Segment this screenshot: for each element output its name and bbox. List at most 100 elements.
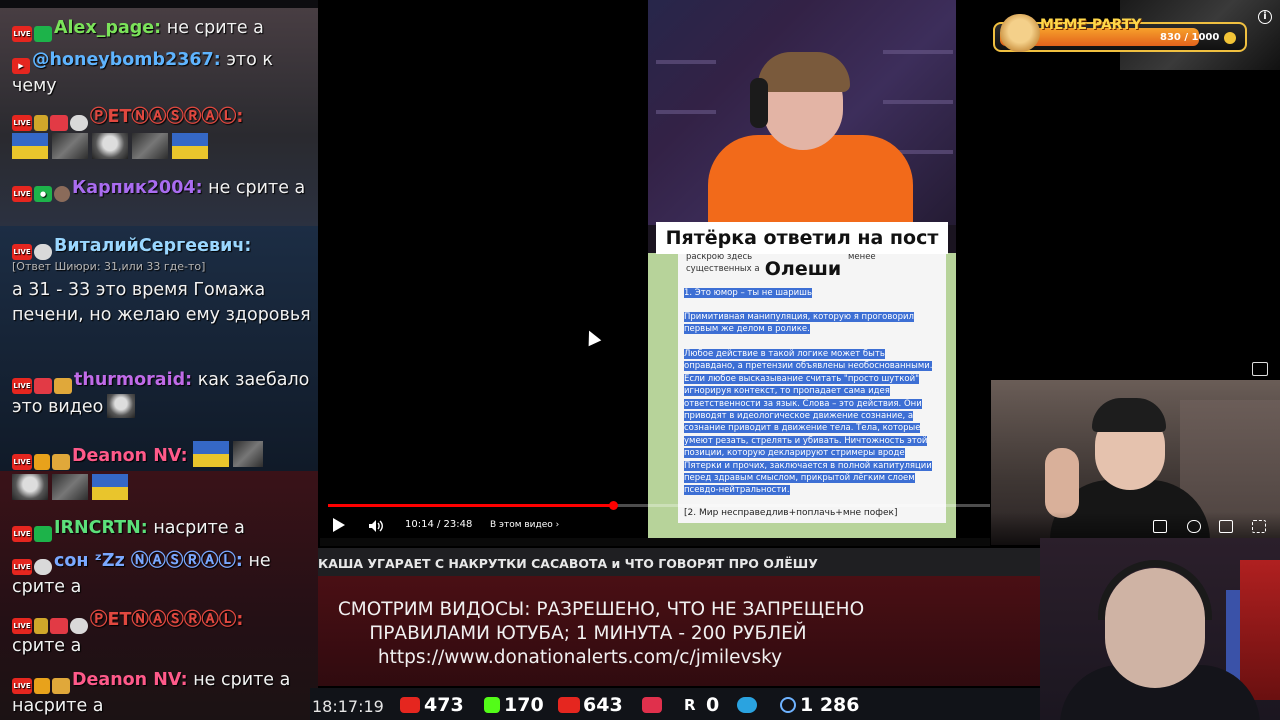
live-badge-icon: LIVE <box>12 454 32 470</box>
chapter-label: В этом видео <box>490 520 553 530</box>
chat-text: насрите а <box>153 518 245 538</box>
chat-top-strip <box>0 0 318 8</box>
chat-message: LIVE Deanon NV: <box>12 441 312 500</box>
doc-heading: 1. Это юмор – ты не шаришь <box>684 288 812 298</box>
streamer-figure <box>708 40 913 230</box>
badge-group: LIVE <box>12 115 88 131</box>
chat-username[interactable]: ВиталийСергеевич: <box>54 236 251 256</box>
chat-message: LIVE ⓅETⓃⒶⓈⓇⒶⓁ: <box>12 105 312 159</box>
bear-badge-icon <box>54 378 72 394</box>
doc-paragraph: Примитивная манипуляция, которую я прого… <box>684 312 914 335</box>
chat-panel: LIVE Alex_page: не срите а ▶ @honeybomb236… <box>0 0 318 720</box>
gun-emote-icon <box>52 474 88 500</box>
youtube-viewers: 473 <box>424 694 464 716</box>
youtube-icon <box>400 697 420 713</box>
badge-group: ▶ <box>12 58 30 74</box>
cup-badge-icon <box>34 618 48 634</box>
badge-group: LIVE <box>12 244 52 260</box>
mask-badge-icon <box>70 115 88 131</box>
streamer-room-scene <box>648 0 956 230</box>
shelf <box>656 60 716 64</box>
live-badge-icon: LIVE <box>12 186 32 202</box>
mask-badge-icon <box>34 244 52 260</box>
emote-row <box>12 474 312 500</box>
chat-message: LIVE ВиталийСергеевич: [Ответ Шиюри: 31,и… <box>12 234 312 328</box>
chat-username[interactable]: сон ᶻZz ⓃⒶⓈⓇⒶⓁ: <box>54 551 243 571</box>
shelf <box>656 110 716 114</box>
headphones-icon <box>750 78 768 128</box>
miniplayer-icon[interactable] <box>1252 362 1268 376</box>
chapter-button[interactable]: В этом видео › <box>490 520 559 530</box>
emote-row <box>12 133 312 159</box>
streamer-hair <box>758 52 850 92</box>
dice-badge-icon <box>50 115 68 131</box>
doge-icon <box>1000 14 1040 52</box>
chat-username[interactable]: Alex_page: <box>54 18 161 38</box>
chat-username[interactable]: @honeybomb2367: <box>32 50 221 70</box>
badge-group: LIVE <box>12 678 70 694</box>
rutube-icon <box>642 697 662 713</box>
info-icon[interactable]: i <box>1258 10 1272 24</box>
donation-rule-line: СМОТРИМ ВИДОСЫ: РАЗРЕШЕНО, ЧТО НЕ ЗАПРЕЩ… <box>337 599 865 620</box>
face-emote-icon <box>107 394 136 418</box>
donation-panel: СМОТРИМ ВИДОСЫ: РАЗРЕШЕНО, ЧТО НЕ ЗАПРЕЩ… <box>318 576 1040 686</box>
chat-username[interactable]: Deanon NV: <box>72 670 188 690</box>
meme-party-value: 830 / 1000 <box>1160 32 1220 43</box>
fullscreen-icon[interactable] <box>1252 520 1266 533</box>
kick-viewers: 170 <box>504 694 544 716</box>
live-badge-icon: LIVE <box>12 115 32 131</box>
kick-icon <box>484 697 500 713</box>
telegram-icon <box>737 697 757 713</box>
total-viewers: 1 286 <box>800 694 860 716</box>
live-badge-icon: LIVE <box>12 526 32 542</box>
green-badge-icon <box>34 526 52 542</box>
coin-icon <box>1224 32 1236 44</box>
chat-username[interactable]: ⓅETⓃⒶⓈⓇⒶⓁ: <box>90 610 243 630</box>
subtitles-icon[interactable] <box>1153 520 1167 533</box>
live-badge-icon: LIVE <box>12 559 32 575</box>
chat-text: не срите а <box>166 18 264 38</box>
chat-username[interactable]: IRNCRTN: <box>54 518 148 538</box>
video-caption-title: Пятёрка ответил на пост <box>656 222 948 254</box>
rainbow-badge-icon <box>34 26 52 42</box>
doc-paragraph: Любое действие в такой логике может быть… <box>684 349 933 496</box>
play-icon[interactable] <box>333 518 345 532</box>
chat-text: срите а <box>12 636 82 656</box>
vk-live-icon <box>558 697 580 713</box>
chat-message: ▶ @honeybomb2367: это к чему <box>12 48 312 99</box>
reply-quote: [Ответ Шиюри: 31,или 33 где-то] <box>12 260 206 273</box>
live-badge-icon: LIVE <box>12 678 32 694</box>
chat-username[interactable]: thurmoraid: <box>74 370 192 390</box>
badge-group: LIVE <box>12 618 88 634</box>
settings-gear-icon[interactable] <box>1187 520 1201 533</box>
donation-link[interactable]: https://www.donationalerts.com/c/jmilevs… <box>318 646 842 670</box>
chat-username[interactable]: ⓅETⓃⒶⓈⓇⒶⓁ: <box>90 107 243 127</box>
mask-badge-icon <box>70 618 88 634</box>
vk-viewers: 643 <box>583 694 623 716</box>
chat-username[interactable]: Deanon NV: <box>72 446 188 466</box>
clock-time: 18:17:19 <box>312 697 384 716</box>
r-viewers: 0 <box>706 694 720 716</box>
gun-emote-icon <box>52 133 88 159</box>
volume-icon[interactable] <box>368 518 384 532</box>
progress-handle[interactable] <box>609 501 618 510</box>
video-frame: раскрою здесь менее существенных а 1. Эт… <box>648 0 956 545</box>
chat-username[interactable]: Карпик2004: <box>72 178 203 198</box>
badge-group: LIVE <box>12 378 72 394</box>
live-badge-icon: LIVE <box>12 618 32 634</box>
dice-badge-icon <box>50 618 68 634</box>
theater-mode-icon[interactable] <box>1219 520 1233 533</box>
santa-badge-icon <box>34 559 52 575</box>
video-time: 10:14 / 23:48 <box>405 519 473 530</box>
badge-group: LIVE <box>12 559 52 575</box>
doc-small-text: существенных а <box>686 264 760 274</box>
badge-group: LIVE ● <box>12 186 70 202</box>
chat-text: не срите а <box>208 178 306 198</box>
chat-message: LIVE thurmoraid: как заебало это видео <box>12 368 312 420</box>
stream-screen: LIVE Alex_page: не срите а ▶ @honeybomb236… <box>0 0 1280 720</box>
youtube-badge-icon: ▶ <box>12 58 30 74</box>
donation-rule-line: ПРАВИЛАМИ ЮТУБА; 1 МИНУТА - 200 РУБЛЕЙ <box>369 623 807 644</box>
progress-fill <box>328 504 613 507</box>
document-screenshot: раскрою здесь менее существенных а 1. Эт… <box>648 252 956 545</box>
gun-emote-icon <box>132 133 168 159</box>
